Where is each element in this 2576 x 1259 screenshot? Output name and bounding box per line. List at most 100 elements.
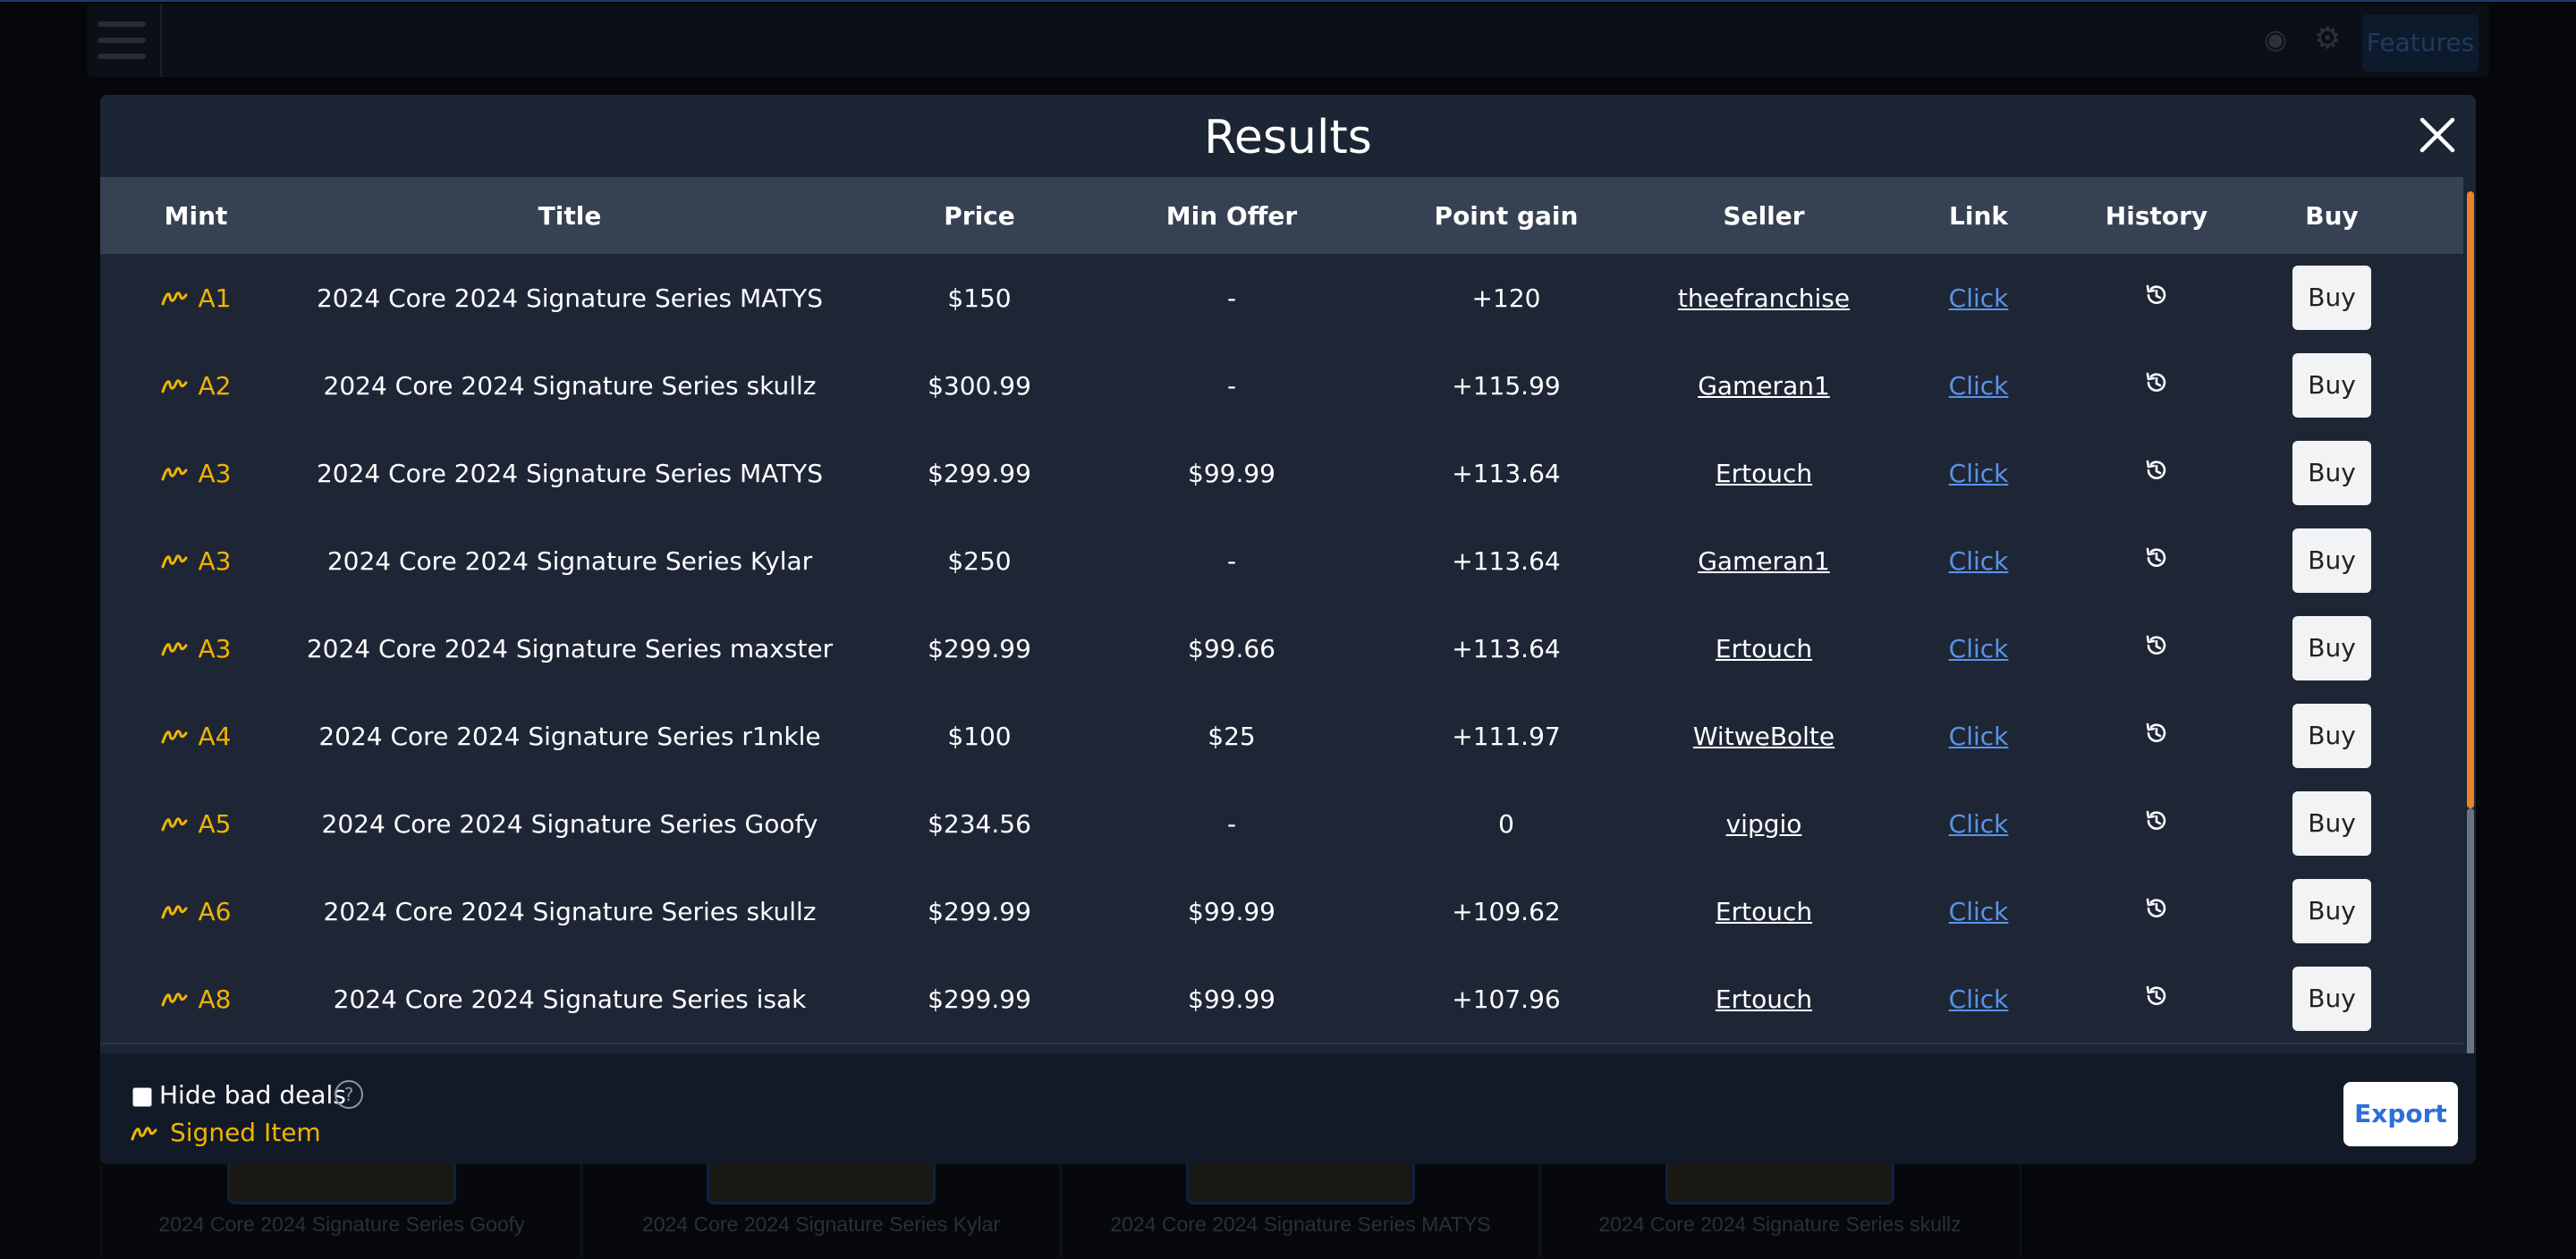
buy-button[interactable]: Buy [2292,879,2371,943]
help-icon[interactable]: ? [335,1080,363,1109]
column-header-history[interactable]: History [2089,201,2224,231]
mint-cell: A3 [100,634,292,663]
navbar: ◉ ⚙ Features [87,4,2489,77]
column-header-price[interactable]: Price [848,201,1111,231]
history-icon[interactable] [2143,369,2170,402]
signature-icon [161,379,188,393]
min-offer-cell: $99.66 [1188,633,1275,663]
history-icon[interactable] [2143,457,2170,490]
column-header-mint[interactable]: Mint [100,201,292,231]
hide-bad-deals-label[interactable]: Hide bad deals [159,1080,346,1110]
listing-link[interactable]: Click [1868,897,2089,926]
mint-cell: A4 [100,722,292,751]
column-header-title[interactable]: Title [292,201,848,231]
scrollbar-thumb[interactable] [2467,191,2474,808]
column-header-min-offer[interactable]: Min Offer [1111,201,1352,231]
table-row: A4 2024 Core 2024 Signature Series r1nkl… [100,692,2463,782]
export-button[interactable]: Export [2343,1082,2458,1146]
buy-cell: Buy [2224,879,2440,943]
seller-link[interactable]: Gameran1 [1660,546,1868,576]
table-row: A1 2024 Core 2024 Signature Series MATYS… [100,254,2463,343]
seller-link[interactable]: WitweBolte [1660,722,1868,751]
listing-link[interactable]: Click [1868,984,2089,1014]
buy-button[interactable]: Buy [2292,441,2371,505]
mint-cell: A3 [100,546,292,576]
history-icon[interactable] [2143,632,2170,665]
seller-link[interactable]: theefranchise [1660,283,1868,313]
history-cell [2089,545,2224,578]
seller-link[interactable]: Ertouch [1660,897,1868,926]
listing-link[interactable]: Click [1868,809,2089,839]
history-cell [2089,720,2224,753]
listing-link[interactable]: Click [1868,722,2089,751]
column-header-link[interactable]: Link [1868,201,2089,231]
mint-cell: A3 [100,459,292,488]
mint-cell: A6 [100,897,292,926]
min-offer-cell: $99.99 [1188,896,1275,926]
table-header: Mint Title Price Min Offer Point gain Se… [100,177,2463,254]
buy-button[interactable]: Buy [2292,528,2371,593]
buy-button[interactable]: Buy [2292,266,2371,330]
listing-link[interactable]: Click [1868,283,2089,313]
column-header-seller[interactable]: Seller [1660,201,1868,231]
hide-bad-deals-checkbox[interactable] [132,1087,152,1107]
point-gain-cell: +115.99 [1452,370,1561,401]
history-icon[interactable] [2143,983,2170,1016]
background-card[interactable]: 2024 Core 2024 Signature Series MATYS [1059,1164,1542,1257]
history-cell [2089,983,2224,1016]
min-offer-cell: $99.99 [1188,984,1275,1014]
signature-icon [161,905,188,919]
mint-label: A3 [198,545,232,576]
listing-link[interactable]: Click [1868,634,2089,663]
price-cell: $100 [947,721,1012,751]
seller-link[interactable]: Ertouch [1660,984,1868,1014]
buy-button[interactable]: Buy [2292,353,2371,418]
history-icon[interactable] [2143,720,2170,753]
background-card[interactable]: 2024 Core 2024 Signature Series skullz [1538,1164,2021,1257]
seller-link[interactable]: vipgio [1660,809,1868,839]
history-icon[interactable] [2143,807,2170,841]
background-card[interactable]: 2024 Core 2024 Signature Series Goofy [100,1164,583,1257]
listing-link[interactable]: Click [1868,371,2089,401]
min-offer-cell: - [1226,808,1237,839]
signature-icon [161,467,188,481]
table-row: A2 2024 Core 2024 Signature Series skull… [100,342,2463,431]
signature-icon [161,554,188,569]
buy-button[interactable]: Buy [2292,967,2371,1031]
hamburger-menu-icon[interactable] [87,4,162,77]
column-header-buy[interactable]: Buy [2224,201,2440,231]
gear-icon[interactable]: ⚙ [2314,23,2344,54]
seller-link[interactable]: Ertouch [1660,634,1868,663]
signature-icon [161,730,188,744]
buy-cell: Buy [2224,441,2440,505]
scrollbar[interactable] [2463,177,2476,1145]
history-icon[interactable] [2143,895,2170,928]
listing-link[interactable]: Click [1868,546,2089,576]
features-button[interactable]: Features [2362,14,2479,72]
mint-label: A6 [198,896,232,926]
point-gain-cell: 0 [1498,808,1514,839]
buy-button[interactable]: Buy [2292,616,2371,680]
close-icon[interactable] [2415,113,2460,157]
point-gain-cell: +113.64 [1452,545,1561,576]
signature-icon [161,993,188,1007]
discord-icon[interactable]: ◉ [2264,25,2294,55]
mint-cell: A8 [100,984,292,1014]
buy-button[interactable]: Buy [2292,791,2371,856]
card-image [707,1164,936,1204]
buy-cell: Buy [2224,791,2440,856]
legend-label: Signed Item [170,1118,321,1147]
modal-footer: Hide bad deals ? Signed Item Export [100,1053,2476,1164]
seller-link[interactable]: Ertouch [1660,459,1868,488]
buy-cell: Buy [2224,266,2440,330]
history-icon[interactable] [2143,545,2170,578]
background-card[interactable]: 2024 Core 2024 Signature Series Kylar [580,1164,1063,1257]
seller-link[interactable]: Gameran1 [1660,371,1868,401]
history-cell [2089,807,2224,841]
buy-button[interactable]: Buy [2292,704,2371,768]
column-header-point-gain[interactable]: Point gain [1352,201,1660,231]
title-cell: 2024 Core 2024 Signature Series MATYS [316,458,824,488]
listing-link[interactable]: Click [1868,459,2089,488]
history-icon[interactable] [2143,282,2170,315]
min-offer-cell: $99.99 [1188,458,1275,488]
